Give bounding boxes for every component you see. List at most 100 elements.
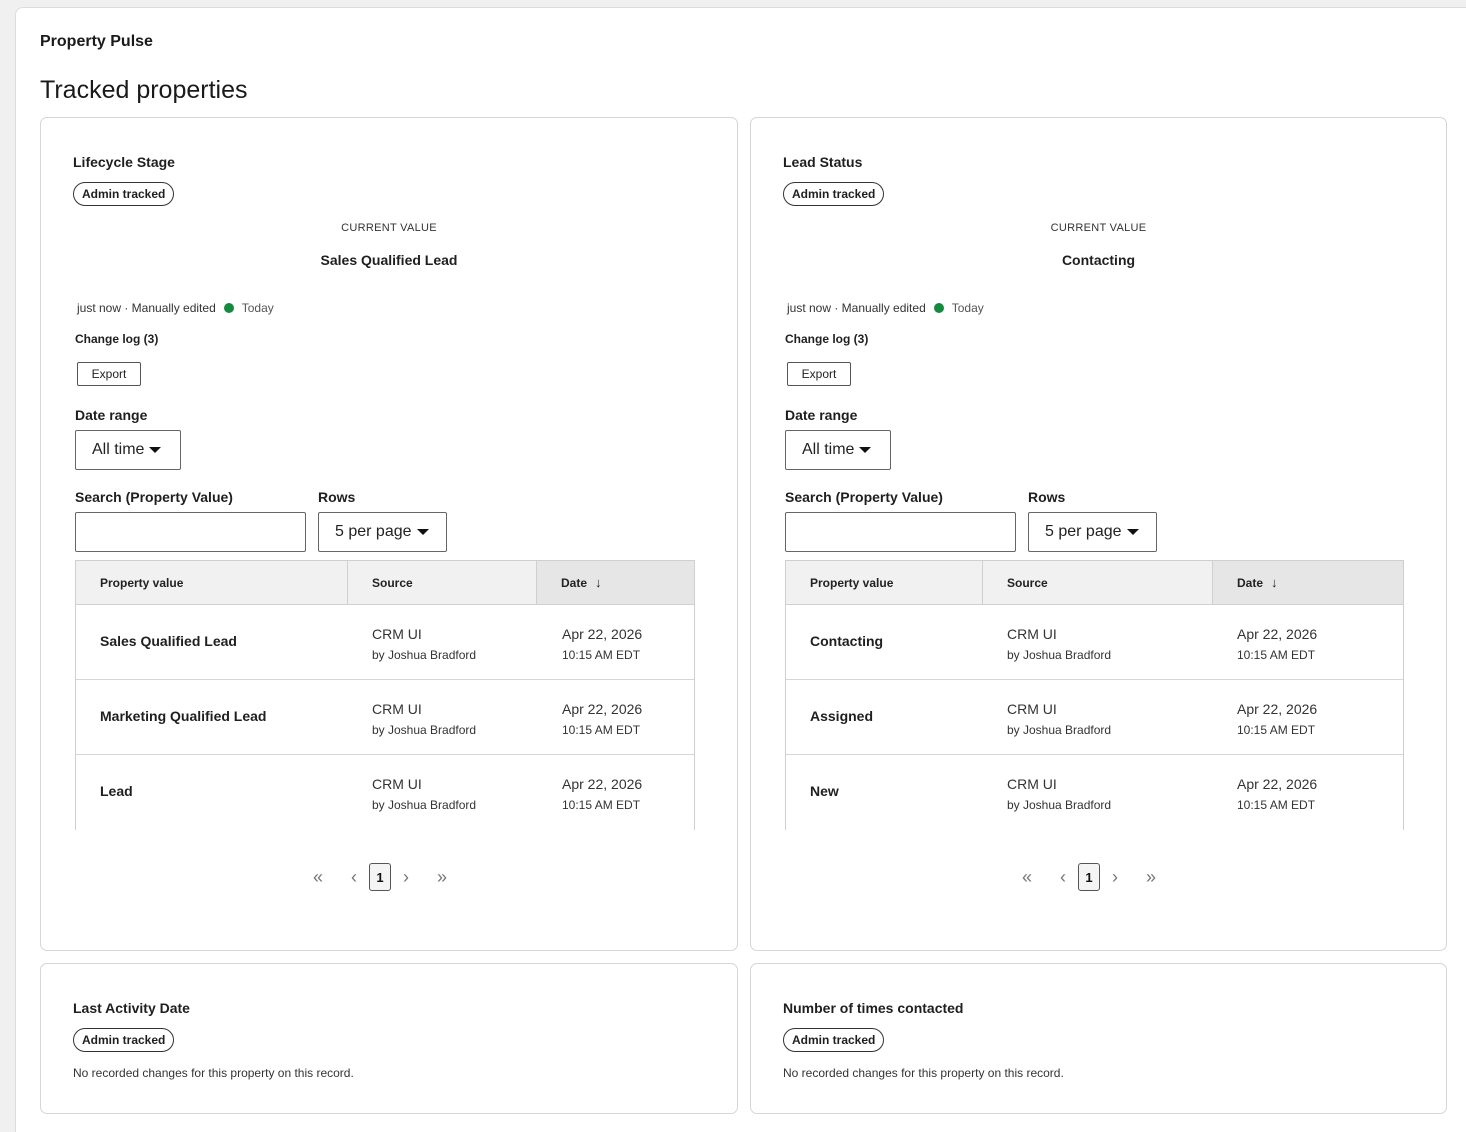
source-cell: CRM UI by Joshua Bradford: [1007, 701, 1111, 737]
page-1-button[interactable]: 1: [1078, 863, 1100, 891]
time-text: 10:15 AM EDT: [1237, 648, 1316, 662]
prev-page-icon[interactable]: ‹: [1056, 867, 1070, 888]
property-value-cell: New: [810, 783, 839, 799]
rows-per-page-dropdown[interactable]: 5 per page: [1028, 512, 1157, 552]
caret-down-icon: [416, 529, 429, 535]
date-text: Apr 22, 2026: [562, 626, 643, 642]
date-range-dropdown[interactable]: All time: [75, 430, 181, 470]
sort-descending-icon: ↓: [1271, 575, 1278, 590]
column-header-date[interactable]: Date ↓: [1213, 561, 1403, 604]
source-user: by Joshua Bradford: [372, 723, 477, 737]
admin-tracked-badge: Admin tracked: [783, 1028, 885, 1052]
property-value-cell: Assigned: [810, 708, 874, 724]
date-text: Apr 22, 2026: [1237, 701, 1318, 717]
sort-descending-icon: ↓: [595, 575, 602, 590]
change-log-heading: Change log (3): [75, 332, 159, 346]
section-title: Tracked properties: [40, 76, 248, 104]
source-text: CRM UI: [372, 626, 422, 642]
date-range-dropdown[interactable]: All time: [785, 430, 891, 470]
pagination: « ‹ 1 › »: [1018, 862, 1160, 892]
card-title: Last Activity Date: [73, 1000, 190, 1016]
column-header-property-value[interactable]: Property value: [786, 561, 983, 604]
date-text: Apr 22, 2026: [1237, 776, 1318, 792]
table-header: Property value Source Date ↓: [786, 561, 1403, 605]
edit-meta: just now · Manually edited Today: [77, 301, 274, 315]
column-header-date-label: Date: [1237, 575, 1264, 590]
search-label: Search (Property Value): [75, 489, 233, 505]
source-cell: CRM UI by Joshua Bradford: [1007, 626, 1111, 662]
source-cell: CRM UI by Joshua Bradford: [372, 776, 476, 812]
card-title: Lifecycle Stage: [73, 154, 175, 170]
table-row: New CRM UI by Joshua Bradford Apr 22, 20…: [786, 755, 1403, 830]
date-cell: Apr 22, 2026 10:15 AM EDT: [562, 701, 642, 737]
property-card-lead-status: Lead Status Admin tracked CURRENT VALUE …: [750, 117, 1447, 951]
property-card-times-contacted: Number of times contacted Admin tracked …: [750, 963, 1447, 1114]
source-text: CRM UI: [1007, 776, 1057, 792]
current-value: Sales Qualified Lead: [320, 252, 458, 268]
source-user: by Joshua Bradford: [1007, 798, 1112, 812]
empty-state-text: No recorded changes for this property on…: [783, 1066, 1064, 1080]
source-text: CRM UI: [1007, 626, 1057, 642]
time-text: 10:15 AM EDT: [1237, 798, 1316, 812]
date-range-value: All time: [92, 441, 145, 458]
rows-per-page-dropdown[interactable]: 5 per page: [318, 512, 447, 552]
column-header-date[interactable]: Date ↓: [537, 561, 694, 604]
source-user: by Joshua Bradford: [372, 648, 477, 662]
current-value: Contacting: [1061, 252, 1136, 268]
card-title: Number of times contacted: [783, 1000, 964, 1016]
edit-meta-text: just now · Manually edited: [787, 301, 926, 315]
date-range-value: All time: [802, 441, 855, 458]
search-input[interactable]: [785, 512, 1016, 552]
change-log-table: Property value Source Date ↓ Contacting …: [785, 560, 1404, 830]
date-cell: Apr 22, 2026 10:15 AM EDT: [1237, 626, 1317, 662]
empty-state-text: No recorded changes for this property on…: [73, 1066, 354, 1080]
column-header-date-label: Date: [561, 575, 588, 590]
export-button[interactable]: Export: [77, 362, 141, 386]
source-cell: CRM UI by Joshua Bradford: [372, 701, 476, 737]
edit-meta-text: just now · Manually edited: [77, 301, 216, 315]
last-page-icon[interactable]: »: [1142, 867, 1160, 888]
time-text: 10:15 AM EDT: [562, 723, 641, 737]
property-card-lifecycle-stage: Lifecycle Stage Admin tracked CURRENT VA…: [40, 117, 738, 951]
property-value-cell: Marketing Qualified Lead: [100, 708, 267, 724]
next-page-icon[interactable]: ›: [399, 867, 413, 888]
first-page-icon[interactable]: «: [1018, 867, 1036, 888]
column-header-source[interactable]: Source: [348, 561, 537, 604]
source-user: by Joshua Bradford: [1007, 723, 1112, 737]
date-range-label: Date range: [785, 407, 858, 423]
date-cell: Apr 22, 2026 10:15 AM EDT: [562, 776, 642, 812]
source-text: CRM UI: [1007, 701, 1057, 717]
change-log-heading: Change log (3): [785, 332, 869, 346]
property-value-cell: Contacting: [810, 633, 884, 649]
pagination: « ‹ 1 › »: [309, 862, 451, 892]
time-text: 10:15 AM EDT: [562, 798, 641, 812]
date-cell: Apr 22, 2026 10:15 AM EDT: [1237, 776, 1317, 812]
time-text: 10:15 AM EDT: [562, 648, 641, 662]
admin-tracked-badge: Admin tracked: [783, 182, 885, 206]
table-row: Sales Qualified Lead CRM UI by Joshua Br…: [76, 605, 694, 680]
last-page-icon[interactable]: »: [433, 867, 451, 888]
edit-meta: just now · Manually edited Today: [787, 301, 984, 315]
first-page-icon[interactable]: «: [309, 867, 327, 888]
source-user: by Joshua Bradford: [1007, 648, 1112, 662]
prev-page-icon[interactable]: ‹: [347, 867, 361, 888]
column-header-property-value[interactable]: Property value: [76, 561, 348, 604]
status-dot-icon: [933, 303, 944, 313]
admin-tracked-badge: Admin tracked: [73, 182, 175, 206]
search-input[interactable]: [75, 512, 306, 552]
time-text: 10:15 AM EDT: [1237, 723, 1316, 737]
status-dot-icon: [223, 303, 234, 313]
date-range-label: Date range: [75, 407, 148, 423]
date-text: Apr 22, 2026: [1237, 626, 1318, 642]
card-title: Lead Status: [783, 154, 863, 170]
source-text: CRM UI: [372, 701, 422, 717]
column-header-source[interactable]: Source: [983, 561, 1213, 604]
next-page-icon[interactable]: ›: [1108, 867, 1122, 888]
page-1-button[interactable]: 1: [369, 863, 391, 891]
date-text: Apr 22, 2026: [562, 701, 643, 717]
table-header: Property value Source Date ↓: [76, 561, 694, 605]
caret-down-icon: [859, 447, 872, 453]
export-button[interactable]: Export: [787, 362, 851, 386]
date-cell: Apr 22, 2026 10:15 AM EDT: [1237, 701, 1317, 737]
caret-down-icon: [1126, 529, 1139, 535]
